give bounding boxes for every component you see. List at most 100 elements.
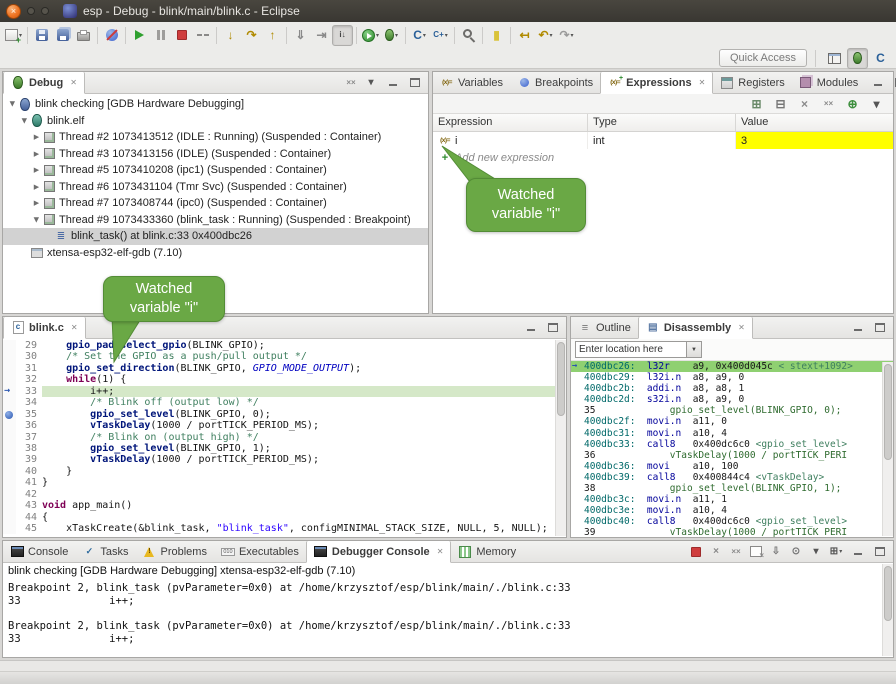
- editor-line-number[interactable]: 34: [16, 397, 42, 408]
- editor-line[interactable]: 39 vTaskDelay(1000 / portTICK_PERIOD_MS)…: [3, 454, 566, 465]
- editor-annotation-ruler[interactable]: [3, 454, 16, 465]
- disassembly-row[interactable]: 400dbc39: call8 0x400844c4 <vTaskDelay>: [571, 472, 893, 483]
- views-tab-expressions[interactable]: Expressions✕: [600, 72, 713, 94]
- open-console-button[interactable]: ⊞▾: [827, 543, 845, 561]
- editor-line-number[interactable]: 41: [16, 477, 42, 488]
- tree-expand-icon[interactable]: ▶: [33, 214, 41, 225]
- disassembly-row[interactable]: 39 vTaskDelay(1000 / portTICK_PERI: [571, 527, 893, 537]
- quick-access-button[interactable]: Quick Access: [719, 49, 807, 67]
- editor-annotation-ruler[interactable]: [3, 409, 16, 420]
- console-tab-debugger-console[interactable]: Debugger Console✕: [306, 541, 452, 563]
- open-perspective-button[interactable]: [824, 48, 845, 69]
- editor-code-line[interactable]: }: [42, 477, 566, 488]
- tree-expand-icon[interactable]: ▶: [31, 183, 42, 191]
- disassembly-row[interactable]: 400dbc2f: movi.n a11, 0: [571, 416, 893, 427]
- debug-tree-item[interactable]: ▶Thread #3 1073413156 (IDLE) (Suspended …: [3, 146, 428, 163]
- disassembly-row[interactable]: 35 gpio_set_level(BLINK_GPIO, 0);: [571, 405, 893, 416]
- editor-line-number[interactable]: 30: [16, 351, 42, 362]
- toggle-mark-occurrences-button[interactable]: ▮: [486, 25, 507, 46]
- console-tab-executables[interactable]: Executables: [214, 541, 306, 562]
- debug-tree-item[interactable]: ▶Thread #2 1073413512 (IDLE : Running) (…: [3, 129, 428, 146]
- add-new-expression-button[interactable]: ⊕: [842, 93, 863, 114]
- scroll-lock-button[interactable]: ⇩: [767, 543, 785, 561]
- window-maximize-button[interactable]: [41, 7, 49, 15]
- tree-expand-icon[interactable]: ▶: [9, 99, 17, 110]
- editor-line[interactable]: 37 /* Blink on (output high) */: [3, 432, 566, 443]
- editor-line-number[interactable]: 40: [16, 466, 42, 477]
- editor-line-number[interactable]: 37: [16, 432, 42, 443]
- editor-line[interactable]: 35 gpio_set_level(BLINK_GPIO, 0);: [3, 409, 566, 420]
- editor-line-number[interactable]: 36: [16, 420, 42, 431]
- editor-code-line[interactable]: i++;: [42, 386, 566, 397]
- editor-annotation-ruler[interactable]: [3, 477, 16, 488]
- debug-tree-item[interactable]: ▶blink checking [GDB Hardware Debugging]: [3, 96, 428, 113]
- disassembly-row[interactable]: 400dbc3e: movi.n a10, 4: [571, 505, 893, 516]
- terminate-button[interactable]: [171, 25, 192, 46]
- display-selected-console-button[interactable]: ▾: [807, 543, 825, 561]
- disassembly-row[interactable]: 400dbc3c: movi.n a11, 1: [571, 494, 893, 505]
- editor-annotation-ruler[interactable]: →: [3, 386, 16, 397]
- editor-line[interactable]: 31 gpio_set_direction(BLINK_GPIO, GPIO_M…: [3, 363, 566, 374]
- editor-annotation-ruler[interactable]: [3, 420, 16, 431]
- column-value[interactable]: Value: [736, 114, 893, 131]
- editor-code-line[interactable]: vTaskDelay(1000 / portTICK_PERIOD_MS);: [42, 454, 566, 465]
- disassembly-row[interactable]: 38 gpio_set_level(BLINK_GPIO, 1);: [571, 483, 893, 494]
- disassembly-row[interactable]: 400dbc40: call8 0x400dc6c0 <gpio_set_lev…: [571, 516, 893, 527]
- skip-all-breakpoints-button[interactable]: [101, 25, 122, 46]
- editor-code-line[interactable]: [42, 489, 566, 500]
- editor-line-number[interactable]: 31: [16, 363, 42, 374]
- editor-line-number[interactable]: 32: [16, 374, 42, 385]
- views-tab-breakpoints[interactable]: Breakpoints: [510, 72, 600, 93]
- drop-to-frame-button[interactable]: ⇓: [290, 25, 311, 46]
- tree-expand-icon[interactable]: ▶: [31, 199, 42, 207]
- maximize-view-button[interactable]: [871, 543, 889, 561]
- show-type-names-button[interactable]: ⊞: [746, 93, 767, 114]
- terminate-button[interactable]: [687, 543, 705, 561]
- disassembly-row[interactable]: 400dbc31: movi.n a10, 4: [571, 428, 893, 439]
- new-wizard-button[interactable]: ▾: [3, 25, 24, 46]
- debug-perspective-button[interactable]: [847, 48, 868, 69]
- console-scrollbar[interactable]: [882, 564, 893, 656]
- minimize-view-button[interactable]: [869, 74, 887, 92]
- editor-line-number[interactable]: 29: [16, 340, 42, 351]
- editor-line-number[interactable]: 39: [16, 454, 42, 465]
- editor-line-number[interactable]: 33: [16, 386, 42, 397]
- editor-line[interactable]: 38 gpio_set_level(BLINK_GPIO, 1);: [3, 443, 566, 454]
- column-type[interactable]: Type: [588, 114, 736, 131]
- new-c-project-button[interactable]: C▾: [409, 25, 430, 46]
- view-menu-button[interactable]: ▾: [362, 74, 380, 92]
- print-button[interactable]: [73, 25, 94, 46]
- run-button[interactable]: ▾: [360, 25, 381, 46]
- expression-row[interactable]: iint3: [433, 132, 893, 149]
- tree-expand-icon[interactable]: ▶: [21, 115, 29, 126]
- close-tab-icon[interactable]: ✕: [437, 547, 444, 556]
- editor-line-number[interactable]: 42: [16, 489, 42, 500]
- editor-line[interactable]: 42: [3, 489, 566, 500]
- new-c-item-button[interactable]: C+▾: [430, 25, 451, 46]
- disassembly-row[interactable]: →400dbc26: l32r a9, 0x400d045c < stext+1…: [571, 361, 893, 372]
- editor-annotation-ruler[interactable]: [3, 432, 16, 443]
- editor-annotation-ruler[interactable]: [3, 466, 16, 477]
- editor-code-line[interactable]: vTaskDelay(1000 / portTICK_PERIOD_MS);: [42, 420, 566, 431]
- console-tab-tasks[interactable]: Tasks: [75, 541, 135, 562]
- forward-button[interactable]: ↷▾: [556, 25, 577, 46]
- editor-annotation-ruler[interactable]: [3, 489, 16, 500]
- editor-annotation-ruler[interactable]: [3, 500, 16, 511]
- views-tab-modules[interactable]: Modules: [792, 72, 866, 93]
- last-edit-location-button[interactable]: ↤: [514, 25, 535, 46]
- debug-tree-item[interactable]: ▶Thread #6 1073431104 (Tmr Svc) (Suspend…: [3, 179, 428, 196]
- editor-code-line[interactable]: while(1) {: [42, 374, 566, 385]
- editor-code-line[interactable]: /* Blink off (output low) */: [42, 397, 566, 408]
- instruction-stepping-button[interactable]: i↓: [332, 25, 353, 46]
- step-over-button[interactable]: ↷: [241, 25, 262, 46]
- disassembly-row[interactable]: 400dbc29: l32i.n a8, a9, 0: [571, 372, 893, 383]
- debug-button[interactable]: ▾: [381, 25, 402, 46]
- editor-line-number[interactable]: 38: [16, 443, 42, 454]
- search-button[interactable]: [458, 25, 479, 46]
- editor-code-line[interactable]: {: [42, 512, 566, 523]
- remove-all-button[interactable]: ××: [818, 93, 839, 114]
- debug-tree-item[interactable]: ▶blink.elf: [3, 113, 428, 130]
- debug-tree-item[interactable]: ▶Thread #7 1073408744 (ipc0) (Suspended …: [3, 195, 428, 212]
- disasm-tab-disassembly[interactable]: Disassembly✕: [638, 317, 753, 339]
- tree-expand-icon[interactable]: ▶: [31, 166, 42, 174]
